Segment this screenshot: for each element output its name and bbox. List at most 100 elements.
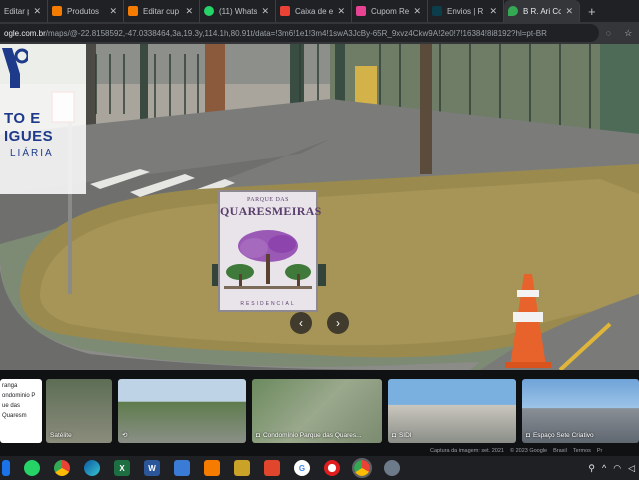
new-tab-button[interactable]: + <box>588 4 596 19</box>
tab-strip: Editar ped ✕ Produtos ✕ Editar cup ✕ (11… <box>0 0 639 22</box>
edge-icon[interactable] <box>84 460 100 476</box>
close-icon[interactable]: ✕ <box>337 6 345 17</box>
thumbnail-place-info[interactable]: ranga ondominio P ue das Quaresm <box>0 379 42 443</box>
street-view[interactable]: PARQUE DAS QUARESMEIRAS RESIDENCIAL TO E… <box>0 44 639 370</box>
copyright: © 2023 Google <box>510 448 548 454</box>
tab-label: Envios | R <box>447 6 484 16</box>
tab-maps[interactable]: B R. Ari Co ✕ <box>504 0 580 22</box>
windows-taskbar: X W G ⚲ ^ ◠ ◁ <box>0 456 639 480</box>
thumbnail-caption: Satélite <box>50 432 72 439</box>
capture-date: Captura da imagem: set. 2021 <box>430 448 504 454</box>
thumbnail-caption: ⟲ <box>122 431 127 439</box>
tab-label: Editar cup <box>143 6 180 16</box>
chevron-up-icon[interactable]: ^ <box>602 463 606 474</box>
pan-left-button[interactable]: ‹ <box>290 312 312 334</box>
chrome-icon[interactable] <box>54 460 70 476</box>
sign-big-text: QUARESMEIRAS <box>220 204 322 218</box>
word-icon[interactable]: W <box>144 460 160 476</box>
maps-pin-icon <box>508 6 518 16</box>
tab-label: Cupom Re <box>371 6 410 16</box>
tab-whatsapp[interactable]: (11) Whats ✕ <box>200 0 276 22</box>
url-field[interactable]: ogle.com.br/maps/@-22.8158592,-47.033846… <box>0 24 599 42</box>
sign-small-text: PARQUE DAS <box>247 197 289 203</box>
close-icon[interactable]: ✕ <box>261 6 269 17</box>
tab-favicon-icon <box>432 6 442 16</box>
tab-label: Editar ped <box>4 6 30 16</box>
watermark-logo: TO E IGUES LIÁRIA <box>0 44 86 194</box>
thumbnail-caption: ◘ Condomínio Parque das Quares... <box>256 432 362 439</box>
system-tray: ⚲ ^ ◠ ◁ <box>588 463 639 474</box>
close-icon[interactable]: ✕ <box>413 6 421 17</box>
app-icon[interactable] <box>384 460 400 476</box>
close-icon[interactable]: ✕ <box>33 6 41 17</box>
tab-label: Caixa de e <box>295 6 334 16</box>
maps-footer: Captura da imagem: set. 2021 © 2023 Goog… <box>430 446 639 456</box>
whatsapp-icon <box>204 6 214 16</box>
eye-off-icon[interactable]: ◌ <box>606 28 611 39</box>
tab-cupom[interactable]: Cupom Re ✕ <box>352 0 428 22</box>
close-icon[interactable]: ✕ <box>489 6 497 17</box>
tab-favicon-icon <box>356 6 366 16</box>
thumb-text-line: ondominio P <box>2 393 36 399</box>
thumb-text-line: Quaresm <box>2 413 27 419</box>
close-icon[interactable]: ✕ <box>109 6 117 17</box>
wifi-icon[interactable]: ◠ <box>613 463 621 474</box>
store-icon[interactable] <box>204 460 220 476</box>
opera-icon[interactable] <box>324 460 340 476</box>
logo-text-line1: TO E <box>4 110 41 127</box>
excel-icon[interactable]: X <box>114 460 130 476</box>
thumb-text-line: ue das <box>2 403 21 409</box>
tab-editar-cupom[interactable]: Editar cup ✕ <box>124 0 200 22</box>
tab-label: (11) Whats <box>219 6 258 16</box>
url-path: /maps/@-22.8158592,-47.0338464,3a,19.3y,… <box>45 28 547 38</box>
tab-favicon-icon <box>128 6 138 16</box>
country-link[interactable]: Brasil <box>553 448 567 454</box>
close-icon[interactable]: ✕ <box>565 6 573 17</box>
tab-label: B R. Ari Co <box>523 6 562 16</box>
google-icon[interactable]: G <box>294 460 310 476</box>
sign-bottom-text: RESIDENCIAL <box>240 301 296 307</box>
camera-icon: ◘ <box>392 432 396 439</box>
address-actions: ◌ ☆ <box>599 28 639 39</box>
gmail-icon <box>280 6 290 16</box>
tab-label: Produtos <box>67 6 100 16</box>
person-icon[interactable]: ⚲ <box>588 463 595 474</box>
thumbnail-sidi[interactable]: ◘ SIDI <box>388 379 516 443</box>
condominium-sign: PARQUE DAS QUARESMEIRAS RESIDENCIAL <box>218 190 322 312</box>
tree-illustration-icon <box>224 230 312 289</box>
camera-icon: ◘ <box>256 432 260 439</box>
pan-right-button[interactable]: › <box>327 312 349 334</box>
url-host: ogle.com.br <box>4 28 46 38</box>
thumbnail-satellite[interactable]: Satélite <box>46 379 112 443</box>
tab-envios[interactable]: Envios | R ✕ <box>428 0 504 22</box>
logo-mark-icon <box>2 48 28 88</box>
whatsapp-icon[interactable] <box>24 460 40 476</box>
volume-icon[interactable]: ◁ <box>628 463 635 474</box>
tab-editar-pedido[interactable]: Editar ped ✕ <box>0 0 48 22</box>
address-bar: ogle.com.br/maps/@-22.8158592,-47.033846… <box>0 22 639 44</box>
360-icon: ⟲ <box>122 432 128 439</box>
tab-favicon-icon <box>52 6 62 16</box>
thumbnail-espaco[interactable]: ◘ Espaço Sete Criativo <box>522 379 639 443</box>
shield-icon[interactable] <box>174 460 190 476</box>
photo-strip: ranga ondominio P ue das Quaresm Satélit… <box>0 370 639 456</box>
logo-text-line3: LIÁRIA <box>10 148 54 159</box>
privacy-link[interactable]: Pr <box>597 448 603 454</box>
chrome-active-icon[interactable] <box>352 458 372 478</box>
close-icon[interactable]: ✕ <box>185 6 193 17</box>
chevron-left-icon: ‹ <box>299 316 303 330</box>
chevron-right-icon: › <box>336 316 340 330</box>
thumbnail-condominio[interactable]: ◘ Condomínio Parque das Quares... <box>252 379 382 443</box>
tab-produtos[interactable]: Produtos ✕ <box>48 0 124 22</box>
logo-text-line2: IGUES <box>4 128 54 145</box>
start-icon[interactable] <box>2 460 10 476</box>
thumbnail-caption: ◘ SIDI <box>392 432 412 439</box>
tab-gmail[interactable]: Caixa de e ✕ <box>276 0 352 22</box>
thumbnail-street-view[interactable]: ⟲ <box>118 379 246 443</box>
thumbnail-caption: ◘ Espaço Sete Criativo <box>526 432 594 439</box>
power-icon[interactable] <box>264 460 280 476</box>
terms-link[interactable]: Termos <box>573 448 591 454</box>
thumb-text-line: ranga <box>2 383 18 389</box>
crown-icon[interactable] <box>234 460 250 476</box>
star-icon[interactable]: ☆ <box>624 28 632 39</box>
